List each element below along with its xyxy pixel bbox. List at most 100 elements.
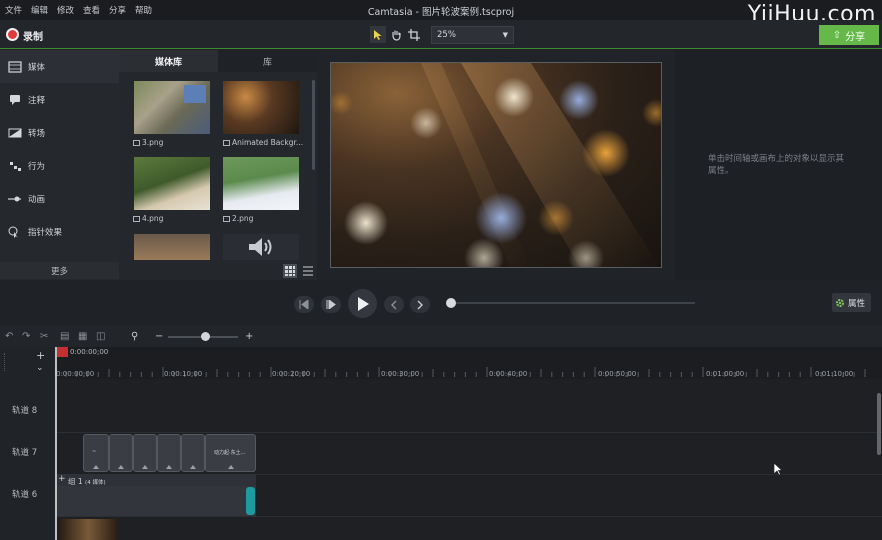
zoom-out-icon[interactable]: −	[155, 331, 163, 342]
ruler-label: 0:00:20;00	[272, 370, 311, 378]
mouse-pointer-icon	[773, 462, 783, 479]
media-scrollbar[interactable]	[312, 80, 315, 170]
media-thumbnail[interactable]	[223, 234, 299, 260]
media-item-label: 2.png	[223, 214, 307, 223]
zoom-value: 25%	[437, 30, 456, 40]
sidebar-item-transitions[interactable]: 转场	[0, 116, 119, 149]
timeline-clip[interactable]	[60, 519, 117, 540]
media-thumbnail[interactable]	[134, 234, 210, 260]
sidebar-item-behaviors[interactable]: 行为	[0, 149, 119, 182]
timeline-clip[interactable]	[181, 434, 205, 472]
clip-trim-handle[interactable]	[246, 487, 255, 515]
timeline-clip[interactable]: 动力起·东土...	[205, 434, 256, 472]
share-icon: ⇧	[832, 29, 842, 41]
add-track-icon[interactable]: +	[36, 349, 45, 362]
ruler-label: 0:00:10;00	[164, 370, 203, 378]
track-label: 轨道 8	[12, 406, 38, 416]
playhead-time: 0:00:00;00	[70, 348, 109, 356]
media-thumbnail[interactable]	[134, 157, 210, 210]
ruler-label: 0:00:50;00	[598, 370, 637, 378]
cursor-effect-icon	[8, 226, 18, 238]
film-icon	[8, 60, 22, 73]
track-label: 轨道 7	[12, 448, 38, 458]
sidebar-item-label: 媒体	[28, 62, 46, 73]
tab-library[interactable]: 库	[218, 50, 317, 72]
grid-view-icon[interactable]	[283, 264, 297, 278]
track-label: 轨道 6	[12, 490, 38, 500]
preview-canvas[interactable]	[330, 62, 662, 268]
bokeh-preview-image	[331, 63, 661, 267]
pan-tool-icon[interactable]	[388, 26, 404, 43]
media-thumbnail[interactable]	[223, 157, 299, 210]
play-button[interactable]	[348, 289, 377, 318]
playback-scrubber[interactable]	[452, 302, 695, 304]
behavior-icon	[10, 161, 21, 171]
timeline-clip[interactable]	[157, 434, 181, 472]
group-clip[interactable]	[56, 486, 256, 516]
ruler-label: 0:00:00;00	[56, 370, 95, 378]
sidebar-item-media[interactable]: 媒体	[0, 50, 119, 83]
media-item-label: 3.png	[133, 138, 217, 147]
timeline-scrollbar[interactable]	[877, 393, 881, 455]
timeline-clip[interactable]	[109, 434, 133, 472]
scrubber-handle[interactable]	[446, 298, 456, 308]
tools-sidebar: 媒体 注释 转场 行为 动画 指针效果	[0, 50, 119, 280]
image-file-icon	[223, 216, 230, 222]
track-divider	[55, 432, 882, 433]
record-icon[interactable]	[6, 28, 19, 41]
media-thumbnail[interactable]	[223, 81, 299, 134]
track-divider	[55, 516, 882, 517]
share-button[interactable]: ⇧ 分享	[819, 25, 879, 45]
tab-media-bin[interactable]: 媒体库	[119, 50, 218, 72]
media-thumbnail[interactable]	[134, 81, 210, 134]
playhead-handle[interactable]	[57, 347, 68, 357]
sidebar-item-annotations[interactable]: 注释	[0, 83, 119, 116]
timeline-clip[interactable]	[133, 434, 157, 472]
playback-bar	[0, 280, 882, 325]
redo-icon[interactable]: ↷	[22, 331, 30, 342]
zoom-slider-handle[interactable]	[201, 332, 210, 341]
search-icon[interactable]: ⚲	[131, 331, 138, 342]
more-button[interactable]: 更多	[0, 262, 119, 279]
step-back-icon[interactable]	[294, 296, 314, 313]
next-marker-icon[interactable]	[410, 296, 430, 313]
properties-hint: 单击时间轴或画布上的对象以显示其属性。	[708, 154, 845, 176]
step-forward-icon[interactable]	[321, 296, 341, 313]
select-tool-icon[interactable]	[370, 26, 386, 43]
zoom-dropdown[interactable]: 25% ▼	[431, 26, 514, 44]
copy-icon[interactable]: ▤	[60, 331, 69, 342]
gear-icon	[836, 298, 844, 307]
undo-icon[interactable]: ↶	[5, 331, 13, 342]
previous-marker-icon[interactable]	[384, 296, 404, 313]
paste-icon[interactable]: ▦	[78, 331, 87, 342]
media-item-label: 4.png	[133, 214, 217, 223]
main-toolbar: 录制 25% ▼	[0, 20, 882, 49]
split-icon[interactable]: ◫	[96, 331, 105, 342]
sidebar-item-animations[interactable]: 动画	[0, 182, 119, 215]
audio-icon	[249, 238, 272, 256]
image-file-icon	[133, 140, 140, 146]
properties-button[interactable]: 属性	[832, 293, 871, 312]
chevron-down-icon[interactable]: ⌄	[36, 363, 44, 373]
title-bar: 文件 编辑 修改 查看 分享 帮助 Camtasia - 图片轮波案例.tscp…	[0, 0, 882, 27]
sidebar-item-label: 行为	[28, 161, 46, 172]
expand-icon[interactable]: +	[58, 474, 66, 484]
media-tabs: 媒体库 库	[119, 50, 317, 72]
camtasia-window: 文件 编辑 修改 查看 分享 帮助 Camtasia - 图片轮波案例.tscp…	[0, 0, 882, 540]
sidebar-item-label: 转场	[28, 128, 46, 139]
cut-icon[interactable]: ✂	[40, 331, 48, 342]
share-label: 分享	[845, 31, 866, 43]
list-view-icon[interactable]	[301, 264, 315, 278]
track-headers: + ⌄ 轨道 8 轨道 7 轨道 6	[0, 347, 55, 540]
media-item-label: Animated Backgr...	[223, 138, 307, 147]
ruler-label: 0:01:10;00	[815, 370, 854, 378]
annotation-icon	[10, 94, 20, 105]
video-file-icon	[223, 140, 230, 146]
timeline-clip[interactable]: ~	[83, 434, 109, 472]
track-scale-icon	[4, 353, 16, 371]
crop-tool-icon[interactable]	[406, 26, 422, 43]
sidebar-item-label: 注释	[28, 95, 46, 106]
sidebar-item-cursor-effects[interactable]: 指针效果	[0, 215, 119, 248]
zoom-in-icon[interactable]: +	[245, 331, 253, 342]
record-button-label[interactable]: 录制	[23, 28, 43, 43]
